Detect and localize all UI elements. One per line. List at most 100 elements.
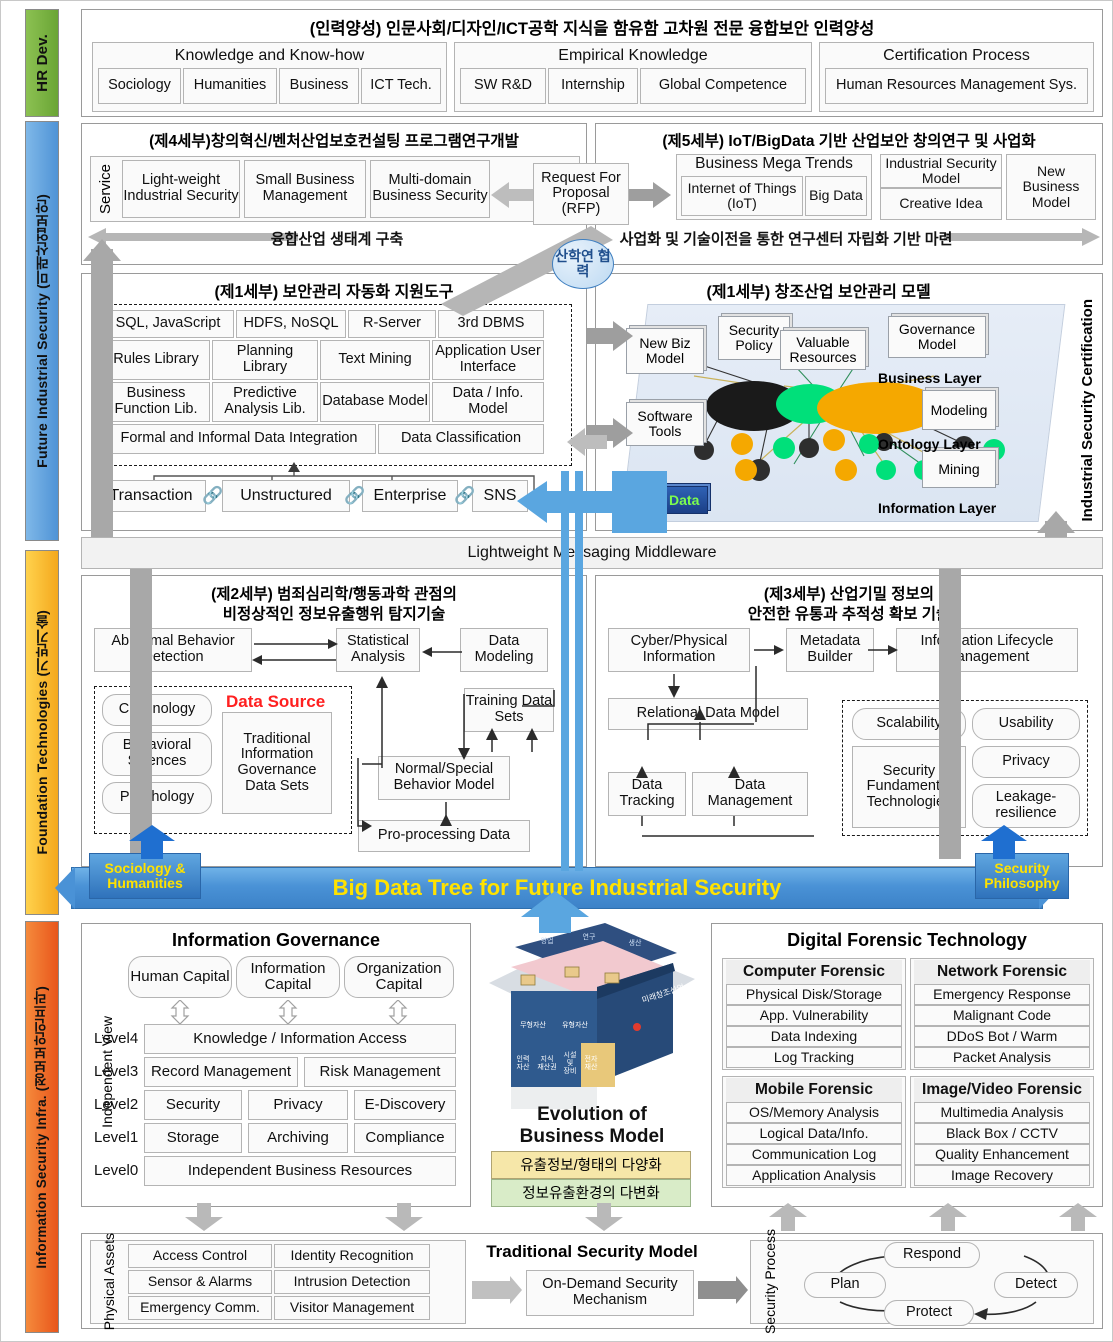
process-respond[interactable]: Respond (884, 1242, 980, 1268)
forensic-item[interactable]: Packet Analysis (914, 1047, 1090, 1068)
level0-independent-business-resources[interactable]: Independent Business Resources (144, 1156, 456, 1186)
tool-hdfs-nosql[interactable]: HDFS, NoSQL (236, 310, 346, 338)
level1-archiving[interactable]: Archiving (248, 1123, 348, 1153)
part5-new-business-model[interactable]: New Business Model (1006, 154, 1096, 220)
cube-modeling[interactable]: Modeling (922, 390, 996, 430)
part2-abnormal-behavior-detection[interactable]: Abnormal Behavior Detection (94, 628, 252, 672)
forensic-item[interactable]: Malignant Code (914, 1005, 1090, 1026)
part4-item-multidomain[interactable]: Multi-domain Business Security (370, 160, 490, 218)
level2-e-discovery[interactable]: E-Discovery (354, 1090, 456, 1120)
tool-r-server[interactable]: R-Server (348, 310, 436, 338)
hr-dev-section: (인력양성) 인문사회/디자인/ICT공학 지식을 함유함 고차원 전문 융합보… (81, 9, 1103, 117)
hr-item-ict-tech[interactable]: ICT Tech. (361, 68, 441, 104)
level2-security[interactable]: Security (144, 1090, 242, 1120)
hr-item-business[interactable]: Business (279, 68, 359, 104)
part5-industrial-security-model[interactable]: Industrial Security Model (880, 154, 1002, 188)
asset-sensor-alarms[interactable]: Sensor & Alarms (128, 1270, 272, 1294)
tool-planning-library[interactable]: Planning Library (212, 340, 318, 380)
cube-software-tools[interactable]: Software Tools (626, 402, 704, 446)
forensic-item[interactable]: App. Vulnerability (726, 1005, 902, 1026)
tool-data-classification[interactable]: Data Classification (378, 424, 544, 454)
part5-item-bigdata[interactable]: Big Data (805, 176, 867, 216)
forensic-item[interactable]: OS/Memory Analysis (726, 1102, 902, 1123)
part2-section: (제2세부) 범죄심리학/행동과학 관점의 비정상적인 정보유출행위 탐지기술 … (81, 575, 587, 867)
level-item-label: E-Discovery (364, 1095, 446, 1113)
tool-sql-javascript[interactable]: SQL, JavaScript (102, 310, 234, 338)
forensic-item[interactable]: Quality Enhancement (914, 1144, 1090, 1165)
process-plan[interactable]: Plan (804, 1272, 886, 1298)
source-unstructured[interactable]: Unstructured (222, 480, 350, 512)
part5-creative-idea[interactable]: Creative Idea (880, 188, 1002, 220)
tool-text-mining[interactable]: Text Mining (320, 340, 430, 380)
part4-item-lightweight[interactable]: Light-weight Industrial Security (122, 160, 240, 218)
forensic-item[interactable]: DDoS Bot / Warm (914, 1026, 1090, 1047)
forensic-item[interactable]: Emergency Response (914, 984, 1090, 1005)
level1-storage[interactable]: Storage (144, 1123, 242, 1153)
forensic-item[interactable]: Application Analysis (726, 1165, 902, 1186)
tool-database-model[interactable]: Database Model (320, 382, 430, 422)
level3-risk-management[interactable]: Risk Management (304, 1057, 456, 1087)
cube-governance-model[interactable]: Governance Model (888, 316, 986, 358)
part3-usability[interactable]: Usability (972, 708, 1080, 740)
hr-item-sociology[interactable]: Sociology (98, 68, 181, 104)
model-to-tools-arrow (567, 428, 607, 456)
svg-text:무형자산: 무형자산 (520, 1020, 546, 1029)
forensic-item[interactable]: Log Tracking (726, 1047, 902, 1068)
rfp-box[interactable]: Request For Proposal (RFP) (533, 163, 629, 225)
forensic-item[interactable]: Black Box / CCTV (914, 1123, 1090, 1144)
svg-text:장비: 장비 (564, 1066, 577, 1075)
asset-identity-recognition[interactable]: Identity Recognition (274, 1244, 430, 1268)
tool-label: Application User Interface (435, 343, 541, 375)
part2-behavioral-sciences[interactable]: Behavioral Sciences (102, 732, 212, 776)
tool-predictive-analysis-lib[interactable]: Predictive Analysis Lib. (212, 382, 318, 422)
level2-privacy[interactable]: Privacy (248, 1090, 348, 1120)
tool-label: Planning Library (236, 343, 294, 375)
part3-information-lifecycle-management[interactable]: Information Lifecycle Management (896, 628, 1078, 672)
capital-information[interactable]: Information Capital (236, 956, 340, 998)
hr-item-humanities[interactable]: Humanities (183, 68, 277, 104)
cube-mining[interactable]: Mining (922, 450, 996, 488)
part3-leakage-resilience[interactable]: Leakage-resilience (972, 784, 1080, 828)
part2-criminology[interactable]: Criminology (102, 694, 212, 726)
level3-record-management[interactable]: Record Management (144, 1057, 298, 1087)
tool-formal-informal-integration[interactable]: Formal and Informal Data Integration (102, 424, 376, 454)
hr-item-global-competence[interactable]: Global Competence (640, 68, 806, 104)
forensic-item[interactable]: Multimedia Analysis (914, 1102, 1090, 1123)
asset-emergency-comm[interactable]: Emergency Comm. (128, 1296, 272, 1320)
hr-item-hrms[interactable]: Human Resources Management Sys. (825, 68, 1088, 104)
process-detect[interactable]: Detect (994, 1272, 1078, 1298)
part4-item-small-business[interactable]: Small Business Management (244, 160, 366, 218)
tool-rules-library[interactable]: Rules Library (102, 340, 210, 380)
asset-intrusion-detection[interactable]: Intrusion Detection (274, 1270, 430, 1294)
part3-privacy[interactable]: Privacy (972, 746, 1080, 778)
part2-data-modeling[interactable]: Data Modeling (460, 628, 548, 672)
part5-item-iot[interactable]: Internet of Things (IoT) (681, 176, 803, 216)
tool-data-info-model[interactable]: Data / Info. Model (432, 382, 544, 422)
hr-item-label: Business (289, 77, 349, 94)
hr-item-sw-rnd[interactable]: SW R&D (460, 68, 546, 104)
tool-business-function-lib[interactable]: Business Function Lib. (102, 382, 210, 422)
forensic-item[interactable]: Physical Disk/Storage (726, 984, 902, 1005)
forensic-item[interactable]: Communication Log (726, 1144, 902, 1165)
tool-application-user-interface[interactable]: Application User Interface (432, 340, 544, 380)
level1-compliance[interactable]: Compliance (354, 1123, 456, 1153)
cube-valuable-resources[interactable]: Valuable Resources (780, 330, 866, 370)
forensic-item[interactable]: Logical Data/Info. (726, 1123, 902, 1144)
security-philosophy-badge: Security Philosophy (975, 853, 1069, 899)
level4-knowledge-access[interactable]: Knowledge / Information Access (144, 1024, 456, 1054)
asset-access-control[interactable]: Access Control (128, 1244, 272, 1268)
asset-visitor-management[interactable]: Visitor Management (274, 1296, 430, 1320)
part2-psychology[interactable]: Psychology (102, 782, 212, 814)
process-protect[interactable]: Protect (884, 1300, 974, 1326)
tool-label: Text Mining (338, 351, 412, 368)
capital-human[interactable]: Human Capital (128, 956, 232, 998)
hr-item-internship[interactable]: Internship (548, 68, 638, 104)
part2-governance-data-sets[interactable]: Traditional Information Governance Data … (222, 712, 332, 814)
infra-up-arrows (185, 1203, 1097, 1231)
capital-organization[interactable]: Organization Capital (344, 956, 454, 998)
cube-new-biz-model[interactable]: New Biz Model (626, 328, 704, 374)
forensic-item[interactable]: Image Recovery (914, 1165, 1090, 1186)
on-demand-security-mechanism[interactable]: On-Demand Security Mechanism (526, 1270, 694, 1316)
forensic-item[interactable]: Data Indexing (726, 1026, 902, 1047)
source-enterprise[interactable]: Enterprise (362, 480, 458, 512)
